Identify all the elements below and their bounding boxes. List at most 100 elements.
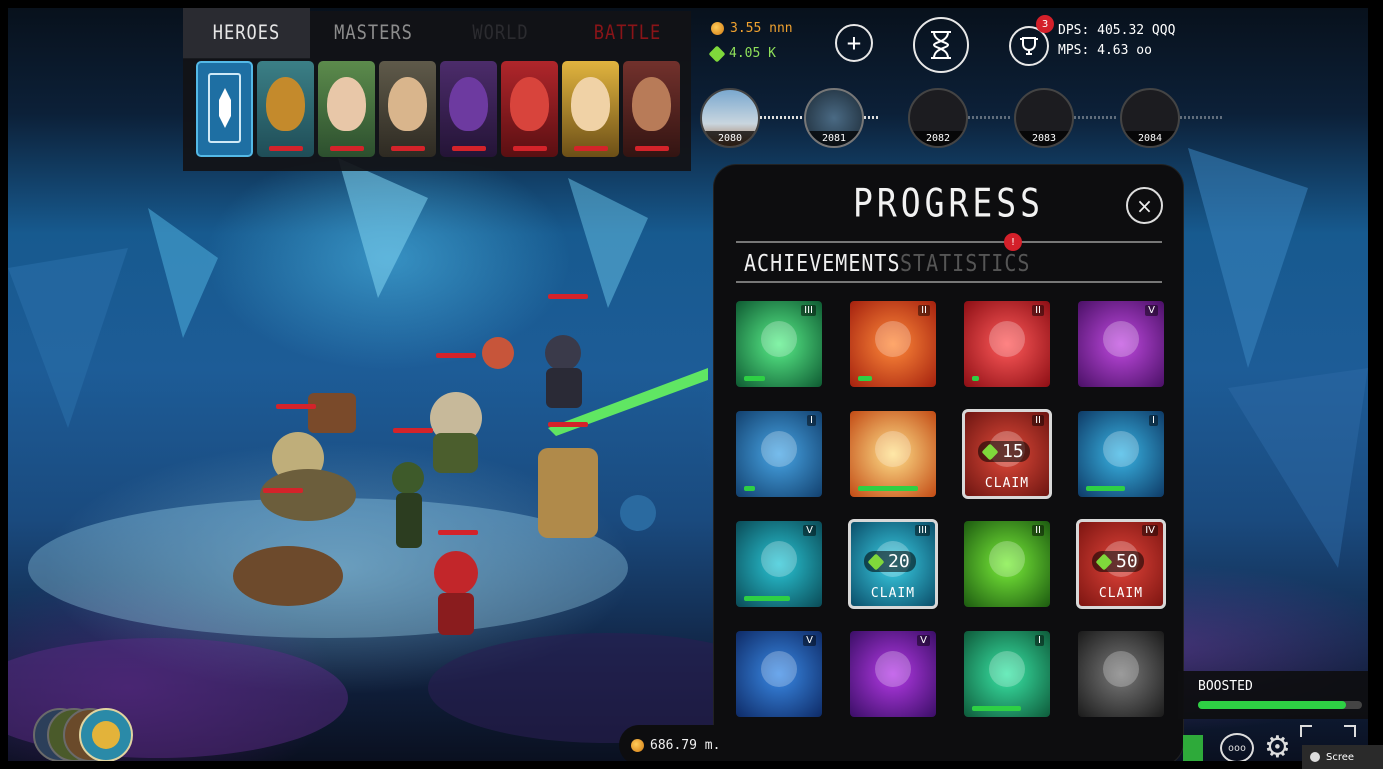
achievement-tile[interactable]	[850, 411, 936, 497]
close-icon: ×	[1136, 193, 1153, 218]
level-number: 2081	[806, 131, 862, 146]
level-node-current[interactable]: 2081	[804, 88, 864, 148]
gold-counter: 3.55 nnn	[711, 21, 793, 36]
gem-icon	[708, 45, 726, 62]
skull-swords-icon	[875, 321, 911, 357]
achievement-progress-bar	[1086, 486, 1125, 491]
achievement-tile[interactable]: II	[964, 301, 1050, 387]
achievement-tile[interactable]: II	[964, 521, 1050, 607]
gem-amount: 4.05 K	[729, 46, 776, 61]
achievement-progress-bar	[858, 486, 918, 491]
add-currency-button[interactable]: +	[835, 24, 873, 62]
level-number: 2083	[1016, 131, 1072, 146]
achievement-tier: I	[1149, 415, 1158, 426]
swirl-up-icon	[761, 321, 797, 357]
hero-portrait-elf[interactable]	[318, 61, 375, 157]
padlock-runner-icon	[1103, 321, 1139, 357]
level-node[interactable]: 2080	[700, 88, 760, 148]
chat-icon: ooo	[1227, 742, 1247, 754]
gear-icon: ⚙	[1264, 730, 1291, 762]
dialog-title: PROGRESS	[853, 179, 1044, 226]
hero-hp-bar	[635, 146, 669, 151]
stats-readout: DPS: 405.32 QQQ MPS: 4.63 oo	[1058, 21, 1175, 61]
achievement-tier: III	[801, 305, 816, 316]
claim-button[interactable]: CLAIM	[964, 476, 1050, 491]
tab-battle[interactable]: BATTLE	[564, 8, 691, 58]
tab-masters[interactable]: MASTERS	[310, 8, 437, 58]
hero-hp-bar	[330, 146, 364, 151]
tab-heroes[interactable]: HEROES	[183, 8, 310, 59]
close-button[interactable]: ×	[1126, 187, 1163, 224]
hero-hp-bar	[513, 146, 547, 151]
trophy-notification-badge: 3	[1036, 15, 1054, 33]
hero-portrait-crystal[interactable]	[196, 61, 253, 157]
level-node-locked: 2083	[1014, 88, 1074, 148]
boost-panel: BOOSTED	[1178, 671, 1368, 719]
achievement-tile[interactable]: V	[736, 631, 822, 717]
hero-hp-bar	[269, 146, 303, 151]
mps-value: MPS: 4.63 oo	[1058, 43, 1152, 58]
crystal-icon	[208, 73, 241, 143]
heroes-panel: HEROES MASTERS WORLD BATTLE	[183, 8, 691, 171]
achievement-tile[interactable]: II 15 CLAIM	[962, 409, 1052, 499]
achievement-tile[interactable]: V	[1078, 301, 1164, 387]
achievement-tier: I	[807, 415, 816, 426]
achievement-tier: II	[1032, 305, 1044, 316]
claim-button[interactable]: CLAIM	[1078, 586, 1164, 601]
achievement-tile[interactable]: I	[736, 411, 822, 497]
achievement-tier: II	[1032, 415, 1044, 426]
hero-portrait-fire[interactable]	[501, 61, 558, 157]
chat-button[interactable]: ooo	[1220, 733, 1254, 761]
achievement-tile[interactable]: V	[850, 631, 936, 717]
gem-counter: 4.05 K	[708, 45, 776, 62]
achievement-tile[interactable]	[1078, 631, 1164, 717]
hero-portrait-row	[183, 55, 691, 157]
boosted-label: BOOSTED	[1198, 679, 1253, 694]
statistics-notification-badge: !	[1004, 233, 1022, 251]
tab-statistics[interactable]: STATISTICS	[900, 249, 1030, 277]
achievement-tile[interactable]: IV 50 CLAIM	[1076, 519, 1166, 609]
achievement-tile[interactable]: III 20 CLAIM	[848, 519, 938, 609]
tab-achievements[interactable]: ACHIEVEMENTS	[744, 249, 901, 277]
progress-tab-bar: ACHIEVEMENTS STATISTICS !	[736, 233, 1162, 283]
achievement-tile[interactable]: I	[964, 631, 1050, 717]
tab-world[interactable]: WORLD	[437, 8, 564, 58]
claim-amount: 15	[1002, 441, 1024, 462]
achievement-tile[interactable]: I	[1078, 411, 1164, 497]
claim-amount: 20	[888, 551, 910, 572]
achievement-progress-bar	[858, 376, 872, 381]
level-node-locked: 2084	[1120, 88, 1180, 148]
achievement-tier: V	[917, 635, 930, 646]
hero-hp-bar	[391, 146, 425, 151]
settings-button[interactable]: ⚙	[1264, 730, 1291, 762]
hourglass-button[interactable]	[913, 17, 969, 73]
achievement-tier: IV	[1142, 525, 1158, 536]
green-action-button[interactable]	[1183, 735, 1203, 761]
hero-portrait-golem[interactable]	[257, 61, 314, 157]
footer-gold-counter: 686.79 m.	[619, 725, 729, 761]
achievement-progress-bar	[744, 376, 765, 381]
claim-button[interactable]: CLAIM	[850, 586, 936, 601]
achievement-tile[interactable]: III	[736, 301, 822, 387]
sword-burst-icon	[875, 431, 911, 467]
achievement-tile[interactable]: II	[850, 301, 936, 387]
hero-portrait-jester[interactable]	[562, 61, 619, 157]
achievement-tier: III	[915, 525, 930, 536]
top-tab-bar: HEROES MASTERS WORLD BATTLE	[183, 8, 691, 59]
gem-icon	[981, 443, 999, 460]
gem-icon	[867, 553, 885, 570]
gold-amount: 3.55 nnn	[730, 21, 793, 36]
hero-portrait-ninja[interactable]	[440, 61, 497, 157]
claim-amount: 50	[1116, 551, 1138, 572]
hero-portrait-dwarf[interactable]	[379, 61, 436, 157]
fullscreen-corner-icon	[1344, 725, 1356, 737]
screen-capture-tab[interactable]: Scree	[1302, 745, 1383, 769]
demon-skull-icon	[989, 321, 1025, 357]
spellbook-icon	[761, 651, 797, 687]
xbox-icon	[1310, 752, 1320, 762]
hero-portrait-engineer[interactable]	[623, 61, 680, 157]
achievement-tile[interactable]: V	[736, 521, 822, 607]
achievement-progress-bar	[744, 596, 790, 601]
pointing-hand-icon	[1103, 651, 1139, 687]
footer-gold-amount: 686.79 m.	[650, 737, 721, 753]
